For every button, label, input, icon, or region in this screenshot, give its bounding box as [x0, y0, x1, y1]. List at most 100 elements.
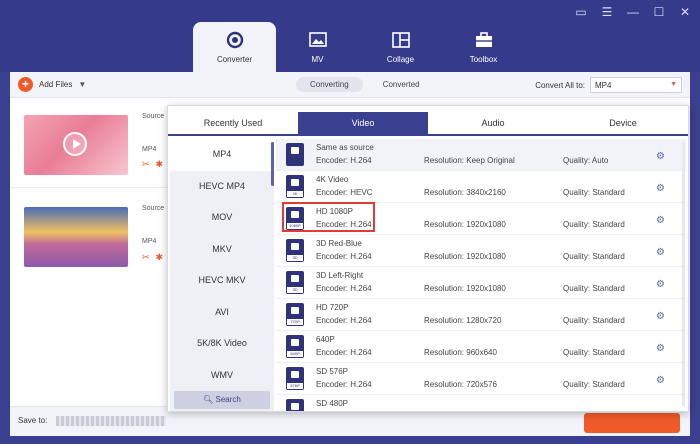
- top-bar: ▭ ☰ — ☐ ✕ Converter MV Collage Toolbox: [0, 0, 700, 72]
- format-list-scrollbar[interactable]: [271, 142, 274, 186]
- convert-all: Convert All to: MP4 ▼: [535, 77, 682, 93]
- preset-row[interactable]: 720P HD 720P Encoder: H.264 Resolution: …: [276, 299, 686, 331]
- tab-converting[interactable]: Converting: [296, 77, 363, 92]
- preset-tag: 576P: [287, 383, 303, 389]
- tab-label: MV: [311, 55, 324, 64]
- highlight-box: [282, 202, 375, 232]
- tab-video[interactable]: Video: [298, 112, 428, 134]
- preset-row[interactable]: 3D 3D Red-Blue Encoder: H.264 Resolution…: [276, 235, 686, 267]
- mv-icon: [308, 30, 328, 50]
- preset-encoder: Encoder: H.264: [316, 252, 372, 261]
- preset-icon: 3D: [286, 239, 304, 262]
- maximize-icon[interactable]: ☐: [652, 5, 666, 19]
- preset-icon: [286, 399, 304, 411]
- window-controls: ▭ ☰ — ☐ ✕: [574, 5, 692, 19]
- preset-list-scrollbar[interactable]: [682, 142, 685, 406]
- search-label: Search: [215, 395, 241, 404]
- chevron-down-icon[interactable]: ▼: [78, 80, 86, 89]
- add-files-button[interactable]: + Add Files ▼: [18, 77, 86, 92]
- edit-tools[interactable]: ✂✱: [142, 159, 169, 170]
- play-icon[interactable]: [63, 132, 87, 156]
- search-icon: 🔍︎: [203, 395, 214, 404]
- format-item-wmv[interactable]: WMV: [170, 360, 274, 392]
- preset-icon: 640P: [286, 335, 304, 358]
- convert-all-select[interactable]: MP4 ▼: [590, 77, 682, 93]
- preset-icon: 720P: [286, 303, 304, 326]
- preset-resolution: Resolution: 720x576: [424, 380, 497, 389]
- preset-resolution: Resolution: 1920x1080: [424, 252, 506, 261]
- format-item-mov[interactable]: MOV: [170, 202, 274, 234]
- tab-toolbox[interactable]: Toolbox: [442, 22, 525, 72]
- file-format: MP4: [142, 238, 157, 245]
- gear-icon[interactable]: ⚙: [656, 311, 665, 322]
- minimize-icon[interactable]: —: [626, 5, 640, 19]
- format-item-mp4[interactable]: MP4: [170, 139, 274, 171]
- format-item-5k-8k-video[interactable]: 5K/8K Video: [170, 328, 274, 360]
- source-label: Source: [142, 113, 165, 120]
- preset-tag: 4K: [287, 191, 303, 197]
- conversion-tabs: Converting Converted: [296, 77, 434, 92]
- preset-resolution: Resolution: Keep Original: [424, 156, 515, 165]
- gear-icon[interactable]: ⚙: [656, 151, 665, 162]
- divider: [10, 187, 170, 188]
- format-item-avi[interactable]: AVI: [170, 297, 274, 329]
- preset-quality: Quality: Standard: [563, 284, 625, 293]
- format-item-hevc-mkv[interactable]: HEVC MKV: [170, 265, 274, 297]
- tab-device[interactable]: Device: [558, 112, 688, 134]
- tab-recently-used[interactable]: Recently Used: [168, 112, 298, 134]
- preset-name: 640P: [316, 335, 335, 344]
- format-item-hevc-mp4[interactable]: HEVC MP4: [170, 171, 274, 203]
- tab-label: Collage: [386, 55, 415, 64]
- preset-quality: Quality: Standard: [563, 380, 625, 389]
- video-thumbnail[interactable]: [24, 207, 128, 267]
- gear-icon[interactable]: ⚙: [656, 343, 665, 354]
- format-category-tabs: Recently Used Video Audio Device: [168, 112, 688, 136]
- preset-encoder: Encoder: H.264: [316, 284, 372, 293]
- menu-icon[interactable]: ☰: [600, 5, 614, 19]
- preset-name: SD 576P: [316, 367, 349, 376]
- close-icon[interactable]: ✕: [678, 5, 692, 19]
- preset-quality: Quality: Standard: [563, 220, 625, 229]
- preset-icon: 3D: [286, 271, 304, 294]
- preset-row[interactable]: 4K 4K Video Encoder: HEVC Resolution: 38…: [276, 171, 686, 203]
- preset-tag: 640P: [287, 351, 303, 357]
- tab-label: Toolbox: [469, 55, 498, 64]
- gear-icon[interactable]: ⚙: [656, 215, 665, 226]
- tab-converted[interactable]: Converted: [369, 77, 434, 92]
- preset-name: Same as source: [316, 143, 374, 152]
- convert-all-value: MP4: [595, 81, 612, 90]
- tab-mv[interactable]: MV: [276, 22, 359, 72]
- preset-row[interactable]: 640P 640P Encoder: H.264 Resolution: 960…: [276, 331, 686, 363]
- preset-row[interactable]: Same as source Encoder: H.264 Resolution…: [276, 139, 686, 171]
- feedback-icon[interactable]: ▭: [574, 5, 588, 19]
- preset-name: 3D Red-Blue: [316, 239, 362, 248]
- preset-quality: Quality: Standard: [563, 316, 625, 325]
- preset-encoder: Encoder: H.264: [316, 380, 372, 389]
- preset-icon: 576P: [286, 367, 304, 390]
- edit-tools[interactable]: ✂✱: [142, 252, 169, 263]
- preset-row[interactable]: SD 480P: [276, 395, 686, 411]
- format-search-button[interactable]: 🔍︎ Search: [174, 391, 270, 409]
- preset-row[interactable]: 3D 3D Left-Right Encoder: H.264 Resoluti…: [276, 267, 686, 299]
- format-item-mkv[interactable]: MKV: [170, 234, 274, 266]
- tab-audio[interactable]: Audio: [428, 112, 558, 134]
- preset-icon: 4K: [286, 175, 304, 198]
- preset-row[interactable]: 576P SD 576P Encoder: H.264 Resolution: …: [276, 363, 686, 395]
- preset-name: 3D Left-Right: [316, 271, 364, 280]
- gear-icon[interactable]: ⚙: [656, 375, 665, 386]
- collage-icon: [391, 30, 411, 50]
- tab-collage[interactable]: Collage: [359, 22, 442, 72]
- gear-icon[interactable]: ⚙: [656, 183, 665, 194]
- gear-icon[interactable]: ⚙: [656, 247, 665, 258]
- tab-converter[interactable]: Converter: [193, 22, 276, 72]
- preset-quality: Quality: Standard: [563, 252, 625, 261]
- save-path-field[interactable]: [56, 416, 166, 426]
- gear-icon[interactable]: ⚙: [656, 279, 665, 290]
- toolbox-icon: [474, 30, 494, 50]
- converter-icon: [225, 30, 245, 50]
- convert-all-button[interactable]: [584, 413, 680, 433]
- source-label: Source: [142, 205, 165, 212]
- preset-quality: Quality: Standard: [563, 188, 625, 197]
- plus-icon: +: [18, 77, 33, 92]
- preset-encoder: Encoder: H.264: [316, 156, 372, 165]
